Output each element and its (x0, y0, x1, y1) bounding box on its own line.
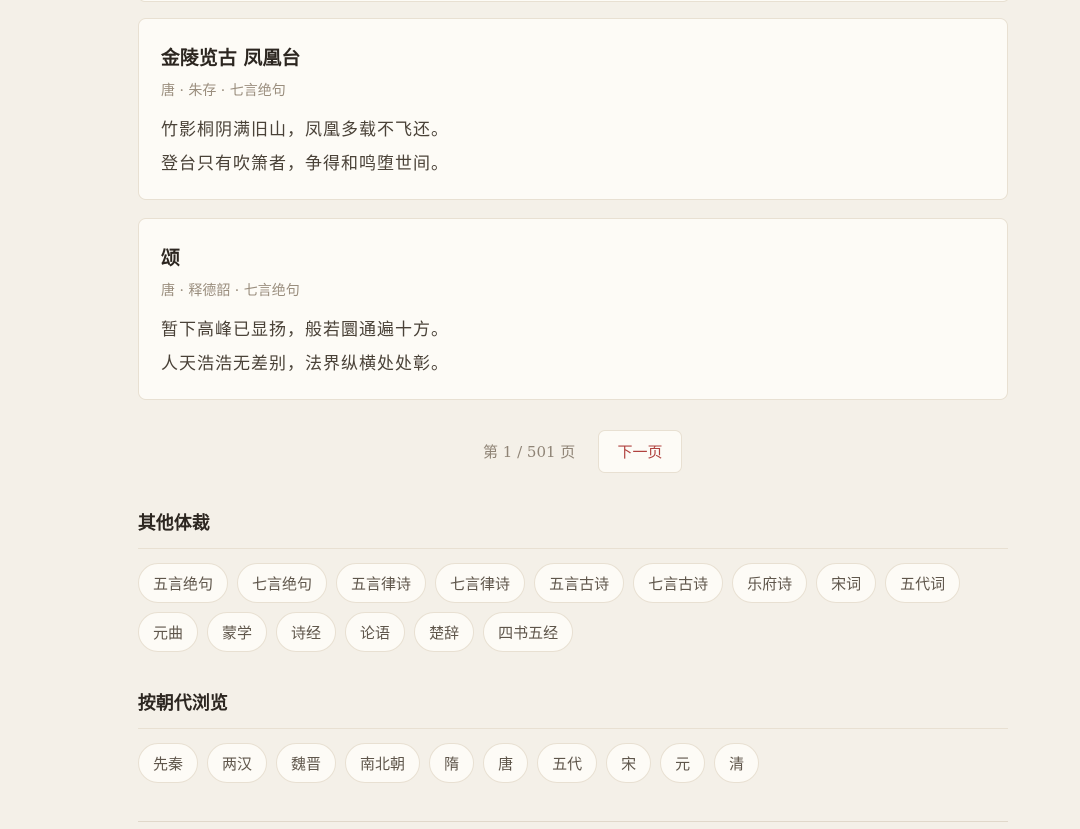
dynasty-tag[interactable]: 清 (714, 743, 760, 783)
footer-divider (138, 821, 1008, 822)
dynasty-tag[interactable]: 五代 (537, 743, 598, 783)
genre-tag[interactable]: 乐府诗 (732, 563, 808, 603)
dynasty-tag[interactable]: 南北朝 (345, 743, 421, 783)
section-title: 其他体裁 (138, 510, 1008, 549)
genre-tag[interactable]: 七言绝句 (237, 563, 328, 603)
poem-title[interactable]: 金陵览古 凤凰台 (161, 45, 985, 71)
dynasty-tag[interactable]: 宋 (606, 743, 652, 783)
poem-lines: 暂下高峰已显扬，般若圜通遍十方。 人天浩浩无差别，法界纵横处处彰。 (161, 313, 985, 381)
dynasty-tag[interactable]: 先秦 (138, 743, 199, 783)
poem-title[interactable]: 颂 (161, 245, 985, 271)
previous-poem-card (138, 0, 1010, 2)
genre-tag[interactable]: 五言律诗 (336, 563, 427, 603)
page-indicator: 第 1 / 501 页 (483, 443, 576, 461)
poem-lines: 竹影桐阴满旧山，凤凰多载不飞还。 登台只有吹箫者，争得和鸣堕世间。 (161, 113, 985, 181)
genre-tag[interactable]: 四书五经 (483, 612, 574, 652)
dynasty-tag[interactable]: 魏晋 (276, 743, 337, 783)
genre-tag[interactable]: 五代词 (885, 563, 961, 603)
dynasty-tag[interactable]: 元 (660, 743, 706, 783)
genre-tag[interactable]: 五言绝句 (138, 563, 229, 603)
genre-tag[interactable]: 论语 (345, 612, 406, 652)
dynasty-tag[interactable]: 两汉 (207, 743, 268, 783)
genre-tag[interactable]: 蒙学 (207, 612, 268, 652)
page: 金陵览古 凤凰台 唐 · 朱存 · 七言绝句 竹影桐阴满旧山，凤凰多载不飞还。 … (0, 0, 1080, 829)
poem-line: 竹影桐阴满旧山，凤凰多载不飞还。 (161, 120, 449, 140)
pagination: 第 1 / 501 页 下一页 (0, 430, 1080, 474)
dynasty-tag[interactable]: 隋 (429, 743, 475, 783)
dynasty-tag-list: 先秦 两汉 魏晋 南北朝 隋 唐 五代 宋 元 清 (138, 743, 1008, 783)
poem-line: 人天浩浩无差别，法界纵横处处彰。 (161, 354, 449, 374)
poem-line: 暂下高峰已显扬，般若圜通遍十方。 (161, 320, 449, 340)
poem-meta: 唐 · 朱存 · 七言绝句 (161, 83, 286, 99)
poem-card[interactable]: 金陵览古 凤凰台 唐 · 朱存 · 七言绝句 竹影桐阴满旧山，凤凰多载不飞还。 … (138, 18, 1008, 200)
section-title: 按朝代浏览 (138, 690, 1008, 729)
genre-tag[interactable]: 楚辞 (414, 612, 475, 652)
poem-card[interactable]: 颂 唐 · 释德韶 · 七言绝句 暂下高峰已显扬，般若圜通遍十方。 人天浩浩无差… (138, 218, 1008, 400)
genre-tag-list: 五言绝句 七言绝句 五言律诗 七言律诗 五言古诗 七言古诗 乐府诗 宋词 五代词… (138, 563, 1008, 652)
genre-section: 其他体裁 五言绝句 七言绝句 五言律诗 七言律诗 五言古诗 七言古诗 乐府诗 宋… (138, 510, 1008, 652)
genre-tag[interactable]: 五言古诗 (534, 563, 625, 603)
next-page-button[interactable]: 下一页 (598, 430, 682, 473)
genre-tag[interactable]: 七言律诗 (435, 563, 526, 603)
genre-tag[interactable]: 诗经 (276, 612, 337, 652)
genre-tag[interactable]: 七言古诗 (633, 563, 724, 603)
dynasty-tag[interactable]: 唐 (483, 743, 529, 783)
genre-tag[interactable]: 宋词 (816, 563, 877, 603)
genre-tag[interactable]: 元曲 (138, 612, 199, 652)
dynasty-section: 按朝代浏览 先秦 两汉 魏晋 南北朝 隋 唐 五代 宋 元 清 (138, 690, 1008, 783)
poem-line: 登台只有吹箫者，争得和鸣堕世间。 (161, 154, 449, 174)
poem-meta: 唐 · 释德韶 · 七言绝句 (161, 283, 300, 299)
